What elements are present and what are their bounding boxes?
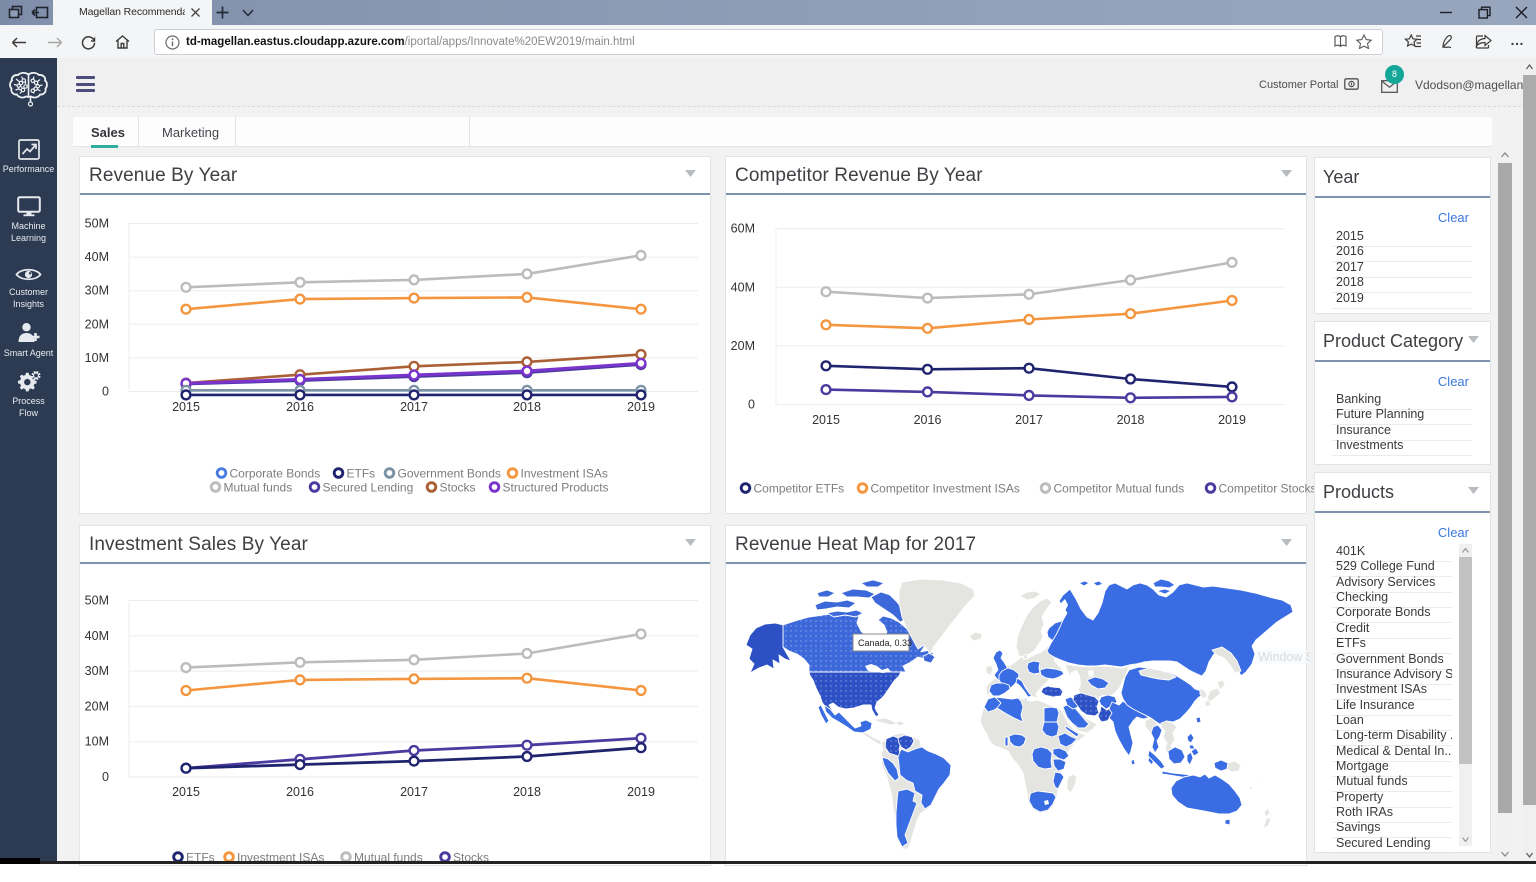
- svg-text:40M: 40M: [85, 250, 109, 264]
- svg-text:2017: 2017: [1015, 413, 1043, 427]
- svg-text:2019: 2019: [1218, 413, 1246, 427]
- svg-text:10M: 10M: [85, 735, 109, 749]
- svg-text:2016: 2016: [286, 785, 314, 799]
- svg-text:ETFs: ETFs: [347, 467, 376, 481]
- svg-text:60M: 60M: [731, 222, 755, 236]
- svg-text:0: 0: [748, 398, 755, 412]
- svg-text:Competitor ETFs: Competitor ETFs: [754, 482, 845, 496]
- svg-text:Secured Lending: Secured Lending: [323, 481, 414, 495]
- svg-text:0: 0: [102, 385, 109, 399]
- svg-text:10M: 10M: [85, 351, 109, 365]
- svg-text:2015: 2015: [172, 785, 200, 799]
- svg-text:2017: 2017: [400, 400, 428, 414]
- svg-text:Competitor Mutual funds: Competitor Mutual funds: [1054, 482, 1185, 496]
- svg-text:20M: 20M: [85, 317, 109, 331]
- svg-text:0: 0: [102, 770, 109, 784]
- svg-text:Stocks: Stocks: [440, 481, 476, 495]
- svg-text:Competitor Stocks: Competitor Stocks: [1219, 482, 1317, 496]
- svg-text:50M: 50M: [85, 594, 109, 608]
- svg-text:2016: 2016: [914, 413, 942, 427]
- svg-text:2015: 2015: [172, 400, 200, 414]
- svg-text:30M: 30M: [85, 284, 109, 298]
- svg-text:Canada, 0.33: Canada, 0.33: [858, 638, 912, 648]
- svg-text:2019: 2019: [627, 785, 655, 799]
- svg-text:2018: 2018: [513, 400, 541, 414]
- svg-text:Mutual funds: Mutual funds: [224, 481, 293, 495]
- svg-text:Investment ISAs: Investment ISAs: [521, 467, 608, 481]
- svg-text:2019: 2019: [627, 400, 655, 414]
- svg-text:2015: 2015: [812, 413, 840, 427]
- svg-text:2016: 2016: [286, 400, 314, 414]
- svg-text:20M: 20M: [731, 339, 755, 353]
- svg-text:20M: 20M: [85, 699, 109, 713]
- svg-text:Corporate Bonds: Corporate Bonds: [230, 467, 321, 481]
- svg-text:2017: 2017: [400, 785, 428, 799]
- svg-text:Government Bonds: Government Bonds: [398, 467, 501, 481]
- svg-text:Competitor Investment ISAs: Competitor Investment ISAs: [871, 482, 1020, 496]
- svg-text:40M: 40M: [731, 280, 755, 294]
- svg-text:40M: 40M: [85, 629, 109, 643]
- svg-text:30M: 30M: [85, 664, 109, 678]
- svg-text:2018: 2018: [513, 785, 541, 799]
- svg-text:2018: 2018: [1117, 413, 1145, 427]
- svg-text:Structured Products: Structured Products: [503, 481, 609, 495]
- svg-text:50M: 50M: [85, 217, 109, 231]
